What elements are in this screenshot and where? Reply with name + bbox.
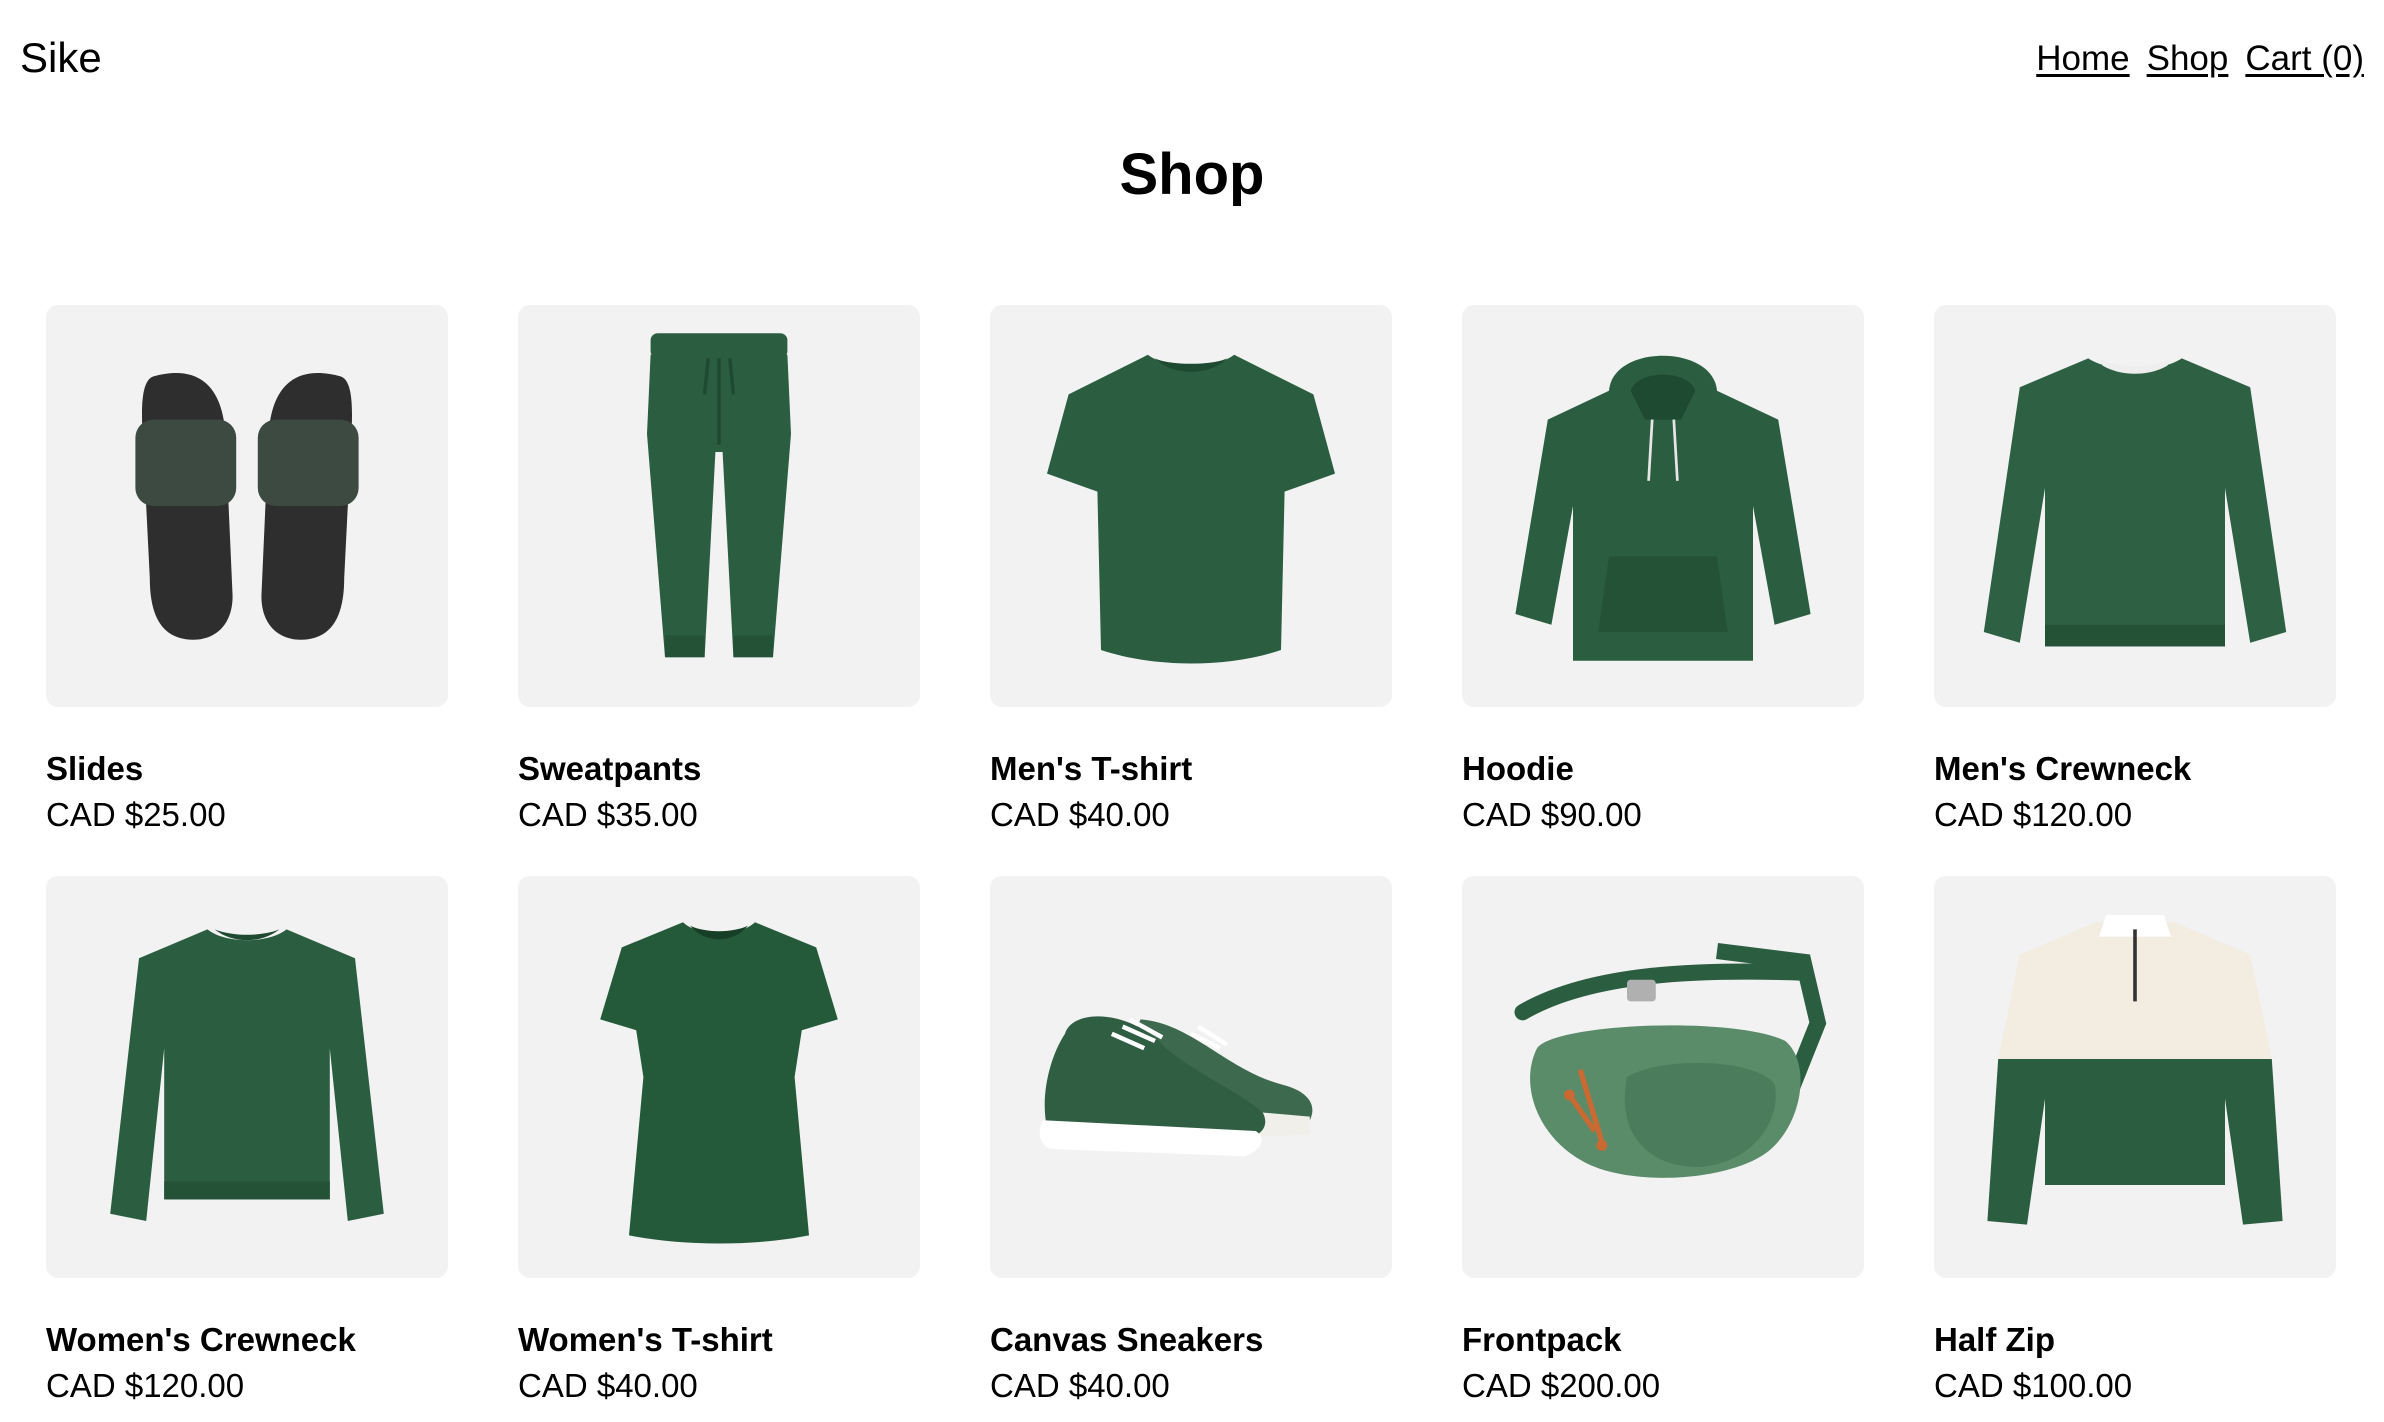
product-price: CAD $35.00 bbox=[518, 796, 698, 833]
product-price: CAD $40.00 bbox=[990, 796, 1170, 833]
product-card[interactable]: Half Zip CAD $100.00 bbox=[1934, 876, 2336, 1407]
product-grid: Slides CAD $25.00 Sweatpants CAD $35.00 … bbox=[46, 305, 2340, 1407]
product-image[interactable] bbox=[46, 876, 448, 1278]
sweatpants-image bbox=[647, 333, 791, 658]
product-name[interactable]: Men's Crewneck bbox=[1934, 747, 2336, 791]
nav-cart-link[interactable]: Cart (0) bbox=[2245, 34, 2364, 84]
product-image[interactable] bbox=[990, 305, 1392, 707]
product-name[interactable]: Hoodie bbox=[1462, 747, 1864, 791]
nav-home-link[interactable]: Home bbox=[2036, 34, 2129, 84]
sneakers-image bbox=[1039, 1016, 1313, 1157]
product-name[interactable]: Half Zip bbox=[1934, 1318, 2336, 1362]
product-price: CAD $40.00 bbox=[518, 1367, 698, 1404]
site-header: Sike Home Shop Cart (0) bbox=[0, 0, 2384, 115]
slides-image bbox=[135, 373, 359, 640]
product-card[interactable]: Slides CAD $25.00 bbox=[46, 305, 448, 836]
product-name[interactable]: Canvas Sneakers bbox=[990, 1318, 1392, 1362]
product-price: CAD $120.00 bbox=[1934, 796, 2133, 833]
product-card[interactable]: Sweatpants CAD $35.00 bbox=[518, 305, 920, 836]
product-card[interactable]: Men's T-shirt CAD $40.00 bbox=[990, 305, 1392, 836]
product-price: CAD $120.00 bbox=[46, 1367, 245, 1404]
product-price: CAD $40.00 bbox=[990, 1367, 1170, 1404]
product-price: CAD $25.00 bbox=[46, 796, 226, 833]
womens-tshirt-image bbox=[600, 922, 838, 1244]
product-card[interactable]: Women's Crewneck CAD $120.00 bbox=[46, 876, 448, 1407]
mens-tshirt-image bbox=[1047, 354, 1335, 664]
product-image[interactable] bbox=[518, 876, 920, 1278]
product-image[interactable] bbox=[1934, 305, 2336, 707]
nav-shop-link[interactable]: Shop bbox=[2147, 34, 2229, 84]
product-price: CAD $200.00 bbox=[1462, 1367, 1661, 1404]
product-name[interactable]: Sweatpants bbox=[518, 747, 920, 791]
product-name[interactable]: Slides bbox=[46, 747, 448, 791]
womens-crewneck-image bbox=[110, 929, 384, 1221]
product-name[interactable]: Men's T-shirt bbox=[990, 747, 1392, 791]
product-card[interactable]: Hoodie CAD $90.00 bbox=[1462, 305, 1864, 836]
product-name[interactable]: Frontpack bbox=[1462, 1318, 1864, 1362]
product-image[interactable] bbox=[46, 305, 448, 707]
brand-logo[interactable]: Sike bbox=[20, 30, 102, 86]
mens-crewneck-image bbox=[1983, 358, 2287, 647]
product-price: CAD $90.00 bbox=[1462, 796, 1642, 833]
product-card[interactable]: Men's Crewneck CAD $120.00 bbox=[1934, 305, 2336, 836]
page-title: Shop bbox=[1119, 142, 1265, 207]
frontpack-image bbox=[1514, 942, 1827, 1178]
product-image[interactable] bbox=[1462, 876, 1864, 1278]
product-name[interactable]: Women's T-shirt bbox=[518, 1318, 920, 1362]
product-image[interactable] bbox=[518, 305, 920, 707]
product-price: CAD $100.00 bbox=[1934, 1367, 2133, 1404]
hoodie-image bbox=[1515, 355, 1811, 661]
product-card[interactable]: Frontpack CAD $200.00 bbox=[1462, 876, 1864, 1407]
product-image[interactable] bbox=[1934, 876, 2336, 1278]
half-zip-image bbox=[1987, 915, 2283, 1225]
main-nav: Home Shop Cart (0) bbox=[2036, 34, 2364, 84]
product-image[interactable] bbox=[1462, 305, 1864, 707]
product-card[interactable]: Women's T-shirt CAD $40.00 bbox=[518, 876, 920, 1407]
product-card[interactable]: Canvas Sneakers CAD $40.00 bbox=[990, 876, 1392, 1407]
product-image[interactable] bbox=[990, 876, 1392, 1278]
product-name[interactable]: Women's Crewneck bbox=[46, 1318, 448, 1362]
